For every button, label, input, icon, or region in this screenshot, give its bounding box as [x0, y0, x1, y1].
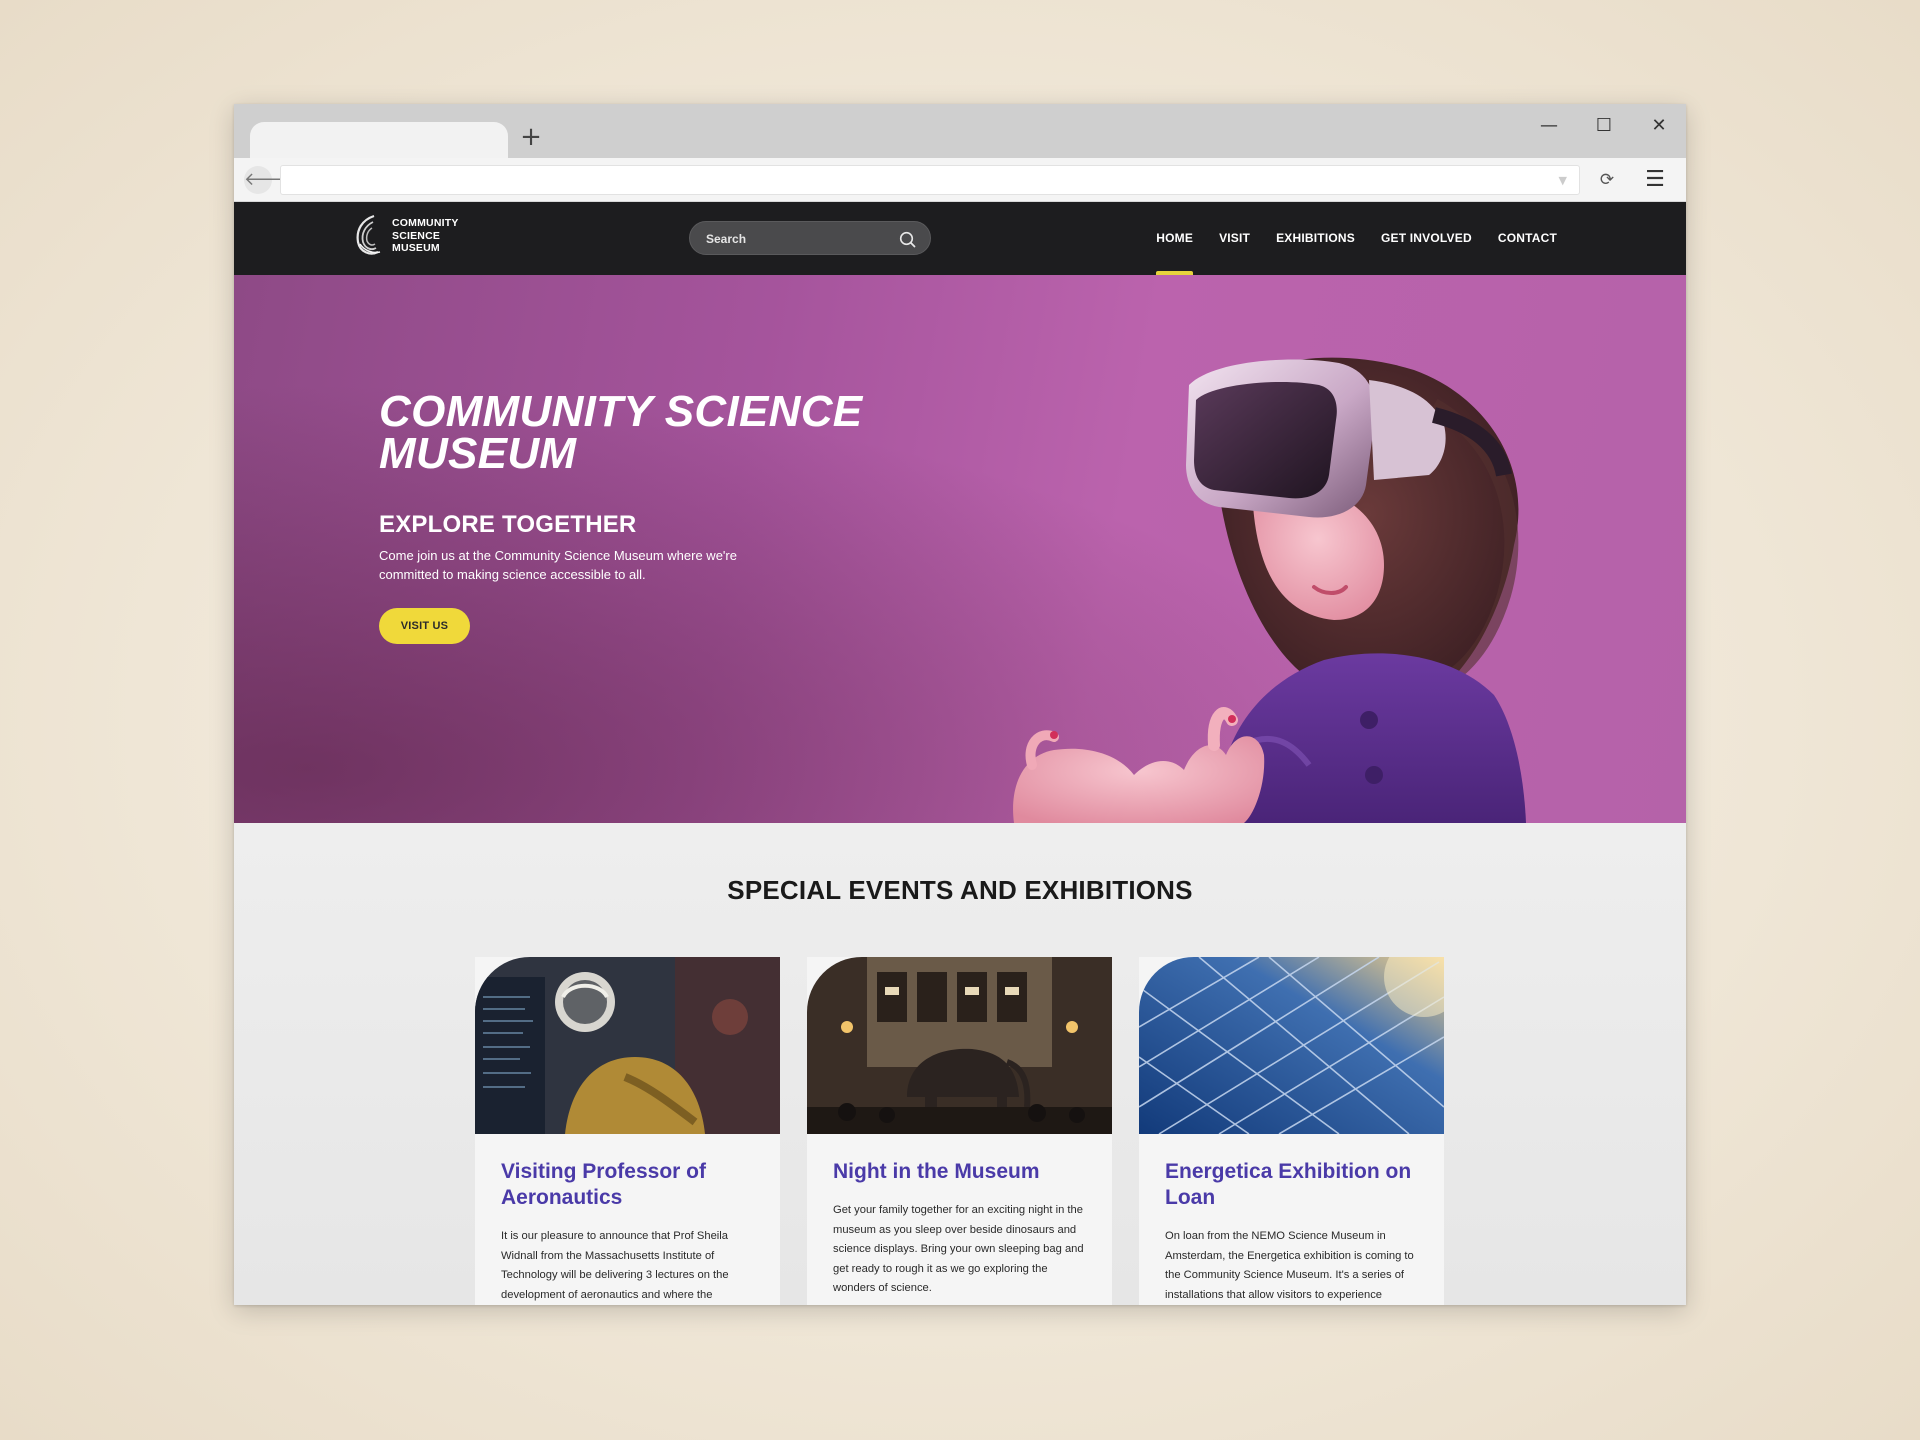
search-bar: [689, 221, 931, 255]
new-tab-icon[interactable]: +: [518, 124, 544, 150]
nav-item-contact[interactable]: CONTACT: [1498, 202, 1557, 275]
menu-icon[interactable]: ☰: [1642, 167, 1668, 193]
dropdown-arrow-icon[interactable]: ▼: [1559, 174, 1567, 187]
minimize-icon[interactable]: —: [1534, 114, 1564, 138]
hero-title-line: MUSEUM: [379, 429, 577, 478]
event-card-image: [807, 957, 1112, 1134]
event-card-body: It is our pleasure to announce that Prof…: [501, 1230, 729, 1301]
close-icon[interactable]: ✕: [1644, 114, 1674, 138]
nav-item-get-involved[interactable]: GET INVOLVED: [1381, 202, 1472, 275]
event-card[interactable]: Visiting Professor of Aeronautics It is …: [475, 957, 780, 1305]
logo-line: SCIENCE: [392, 229, 441, 242]
hero-banner: COMMUNITY SCIENCE MUSEUM EXPLORE TOGETHE…: [234, 275, 1686, 823]
browser-window: + — ☐ ✕ 🡐 ▼ ⟳ ☰ COMMUNITY SCIENCE MUSEUM…: [234, 104, 1686, 1305]
site-logo[interactable]: COMMUNITY SCIENCE MUSEUM: [354, 214, 459, 258]
address-bar: 🡐 ▼ ⟳ ☰: [234, 158, 1686, 202]
site-header: COMMUNITY SCIENCE MUSEUM HOME VISIT EXHI…: [234, 202, 1686, 275]
event-card-body: Get your family together for an exciting…: [833, 1204, 1084, 1294]
hero-vr-child-image: [1013, 357, 1526, 823]
logo-spiral-icon: [356, 214, 381, 255]
search-icon[interactable]: [899, 231, 916, 248]
maximize-icon[interactable]: ☐: [1589, 114, 1619, 138]
nav-item-home[interactable]: HOME: [1156, 202, 1193, 275]
event-card-image: [475, 957, 780, 1134]
main-nav: HOME VISIT EXHIBITIONS GET INVOLVED CONT…: [1156, 202, 1557, 275]
logo-line: MUSEUM: [392, 242, 440, 255]
hero-title: COMMUNITY SCIENCE MUSEUM: [379, 387, 939, 478]
nav-item-exhibitions[interactable]: EXHIBITIONS: [1276, 202, 1355, 275]
event-card-title[interactable]: Energetica Exhibition on Loan: [1165, 1159, 1435, 1211]
logo-text: COMMUNITY SCIENCE MUSEUM: [392, 217, 459, 255]
event-card-title[interactable]: Night in the Museum: [833, 1159, 1103, 1185]
nav-item-visit[interactable]: VISIT: [1219, 202, 1250, 275]
hero-subtitle: EXPLORE TOGETHER: [379, 511, 637, 538]
event-card[interactable]: Night in the Museum Get your family toge…: [807, 957, 1112, 1305]
back-arrow-icon[interactable]: 🡐: [244, 166, 292, 194]
section-heading: SPECIAL EVENTS AND EXHIBITIONS: [727, 875, 1193, 905]
hero-description: Come join us at the Community Science Mu…: [379, 548, 737, 582]
event-card[interactable]: Energetica Exhibition on Loan On loan fr…: [1139, 957, 1444, 1305]
reload-icon[interactable]: ⟳: [1594, 167, 1620, 193]
tab-bar: + — ☐ ✕: [234, 104, 1686, 158]
search-input[interactable]: [706, 229, 896, 249]
hero-title-line: COMMUNITY SCIENCE: [379, 387, 863, 436]
browser-tab[interactable]: [250, 122, 508, 158]
logo-line: COMMUNITY: [392, 217, 459, 230]
visit-us-button[interactable]: VISIT US: [379, 608, 470, 644]
event-card-image: [1139, 957, 1444, 1134]
url-input[interactable]: ▼: [280, 165, 1580, 195]
event-card-body: On loan from the NEMO Science Museum in …: [1165, 1230, 1414, 1301]
page-viewport: COMMUNITY SCIENCE MUSEUM HOME VISIT EXHI…: [234, 202, 1686, 1305]
event-card-title[interactable]: Visiting Professor of Aeronautics: [501, 1159, 771, 1211]
events-section: SPECIAL EVENTS AND EXHIBITIONS Visiting …: [234, 823, 1686, 1305]
